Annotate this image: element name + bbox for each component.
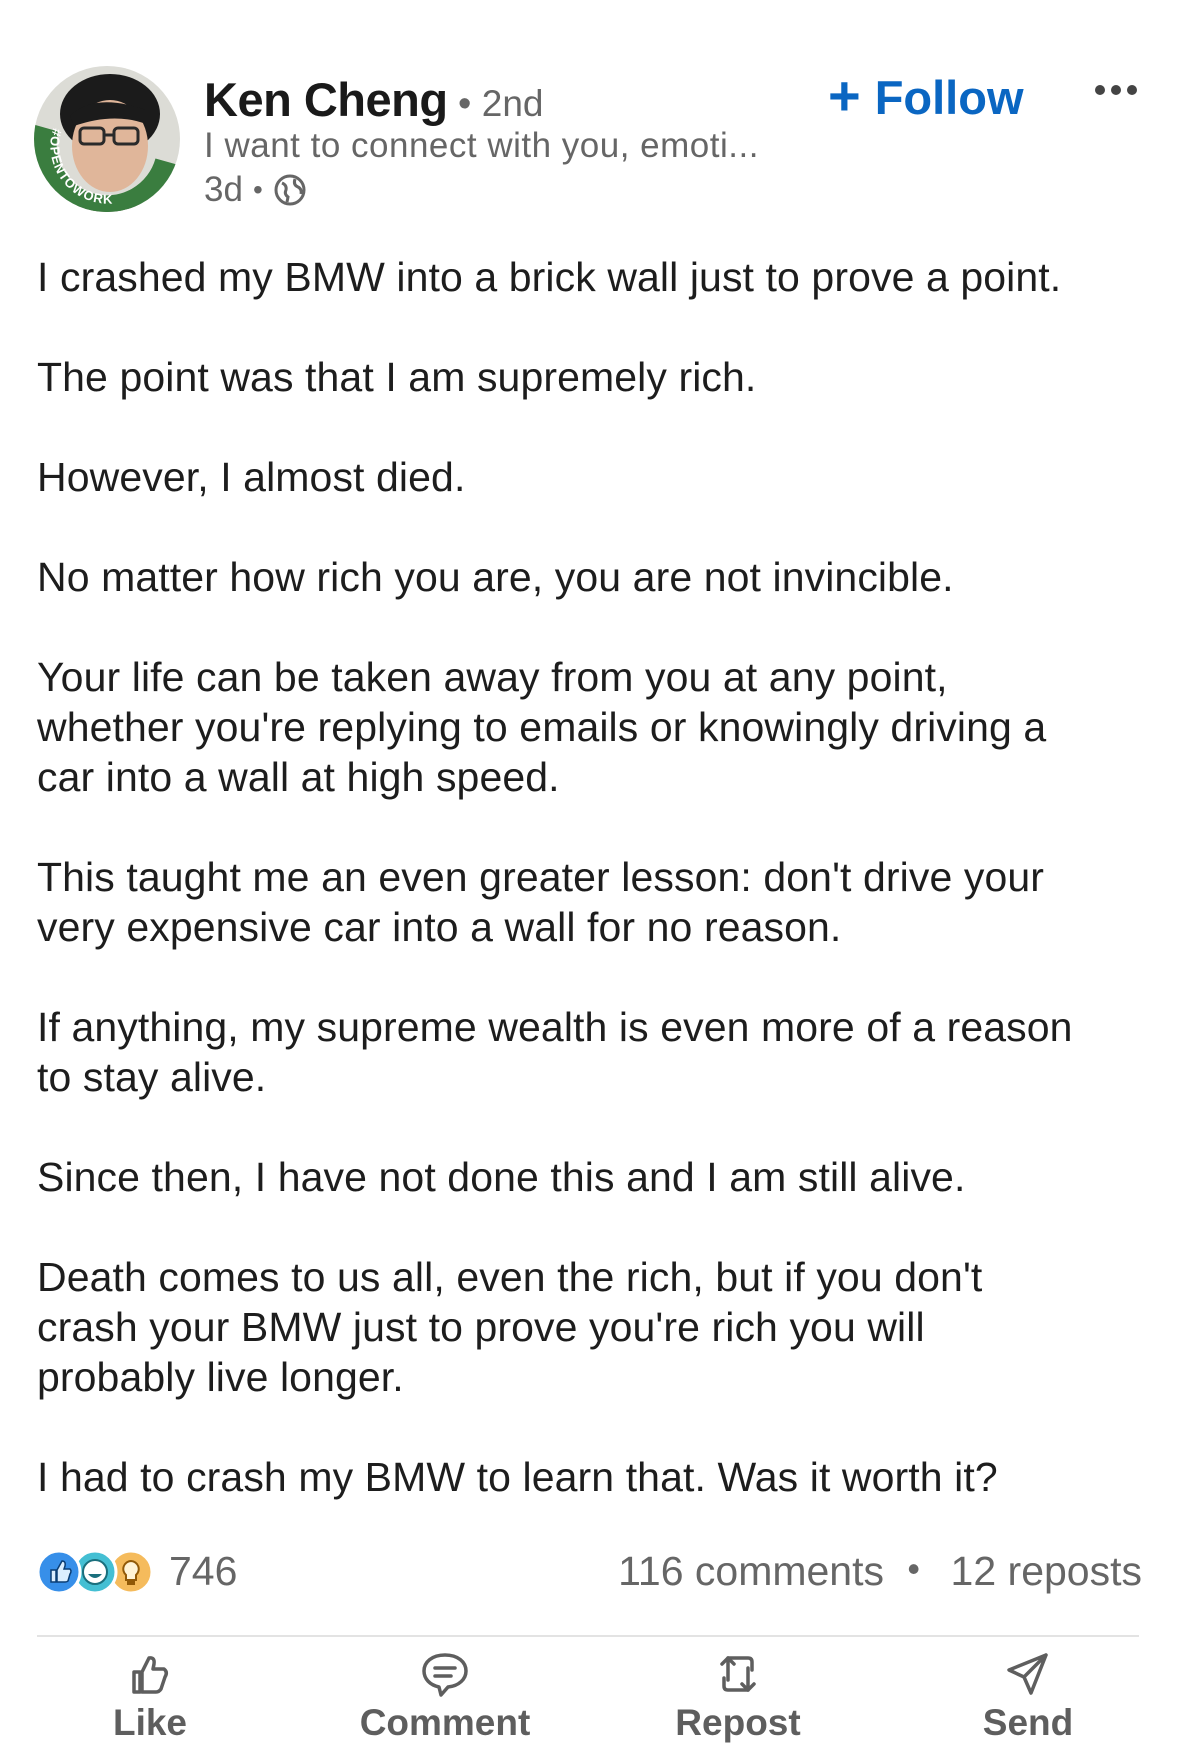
- post-line: Death comes to us all, even the rich, bu…: [37, 1254, 983, 1300]
- social-counts: 746 116 comments • 12 reposts: [36, 1540, 1142, 1600]
- reposts-count[interactable]: 12 reposts: [951, 1548, 1142, 1595]
- post-line: crash your BMW just to prove you're rich…: [37, 1304, 925, 1350]
- post-line: This taught me an even greater lesson: d…: [37, 854, 1044, 900]
- post-paragraph: I had to crash my BMW to learn that. Was…: [37, 1452, 1147, 1502]
- post-paragraph: Since then, I have not done this and I a…: [37, 1152, 1147, 1202]
- repost-button[interactable]: Repost: [638, 1650, 838, 1744]
- post-line: whether you're replying to emails or kno…: [37, 704, 1047, 750]
- like-label: Like: [112, 1702, 188, 1743]
- comment-label: Comment: [359, 1702, 531, 1743]
- repost-icon: [720, 1656, 756, 1692]
- post-line: very expensive car into a wall for no re…: [37, 904, 842, 950]
- post-paragraph: However, I almost died.: [37, 452, 1147, 502]
- author-row: Ken Cheng • 2nd: [204, 72, 544, 127]
- post-paragraph: This taught me an even greater lesson: d…: [37, 852, 1147, 952]
- post-header: #OPENTOWORK Ken Cheng • 2nd I want to co…: [0, 0, 1179, 230]
- author-headline: I want to connect with you, emoti...: [204, 126, 759, 165]
- like-button[interactable]: Like: [50, 1650, 250, 1744]
- post-paragraph: I crashed my BMW into a brick wall just …: [37, 252, 1147, 302]
- reaction-count[interactable]: 746: [169, 1548, 237, 1595]
- post-paragraph: The point was that I am supremely rich.: [37, 352, 1147, 402]
- post-line: Your life can be taken away from you at …: [37, 654, 948, 700]
- plus-icon: +: [828, 63, 861, 127]
- post-line: If anything, my supreme wealth is even m…: [37, 1004, 1073, 1050]
- post-line: car into a wall at high speed.: [37, 754, 560, 800]
- post-line: probably live longer.: [37, 1354, 404, 1400]
- post-line: No matter how rich you are, you are not …: [37, 554, 954, 600]
- avatar[interactable]: #OPENTOWORK: [34, 66, 180, 212]
- more-options-icon[interactable]: [1094, 78, 1138, 102]
- comments-count[interactable]: 116 comments: [618, 1548, 884, 1595]
- repost-label: Repost: [675, 1702, 801, 1743]
- globe-icon: [273, 173, 307, 207]
- connection-degree: 2nd: [481, 83, 544, 124]
- divider: [37, 1635, 1139, 1637]
- send-label: Send: [982, 1702, 1074, 1743]
- post-meta: 3d •: [204, 170, 307, 210]
- post-paragraph: Your life can be taken away from you at …: [37, 652, 1147, 802]
- send-button[interactable]: Send: [928, 1650, 1128, 1744]
- thumbs-up-icon: [132, 1656, 169, 1694]
- send-icon: [1007, 1653, 1048, 1695]
- comment-icon: [422, 1653, 468, 1697]
- separator-dot: •: [458, 83, 472, 125]
- post-line: The point was that I am supremely rich.: [37, 354, 757, 400]
- post-line: Since then, I have not done this and I a…: [37, 1154, 966, 1200]
- follow-label: Follow: [874, 71, 1024, 124]
- post-time: 3d: [204, 170, 243, 209]
- separator-dot: •: [252, 174, 263, 205]
- post-body: I crashed my BMW into a brick wall just …: [37, 252, 1147, 1552]
- author-name[interactable]: Ken Cheng: [204, 73, 448, 126]
- post-line: I crashed my BMW into a brick wall just …: [37, 254, 1062, 300]
- separator-dot: •: [907, 1548, 920, 1589]
- post-paragraph: If anything, my supreme wealth is even m…: [37, 1002, 1147, 1102]
- post-paragraph: No matter how rich you are, you are not …: [37, 552, 1147, 602]
- post-line: to stay alive.: [37, 1054, 267, 1100]
- follow-button[interactable]: + Follow: [828, 63, 1024, 127]
- reaction-icons[interactable]: [36, 1548, 155, 1596]
- comment-button[interactable]: Comment: [345, 1650, 545, 1744]
- action-bar: Like Comment Repost Send: [0, 1650, 1179, 1755]
- post-line: I had to crash my BMW to learn that. Was…: [37, 1454, 998, 1500]
- post-paragraph: Death comes to us all, even the rich, bu…: [37, 1252, 1147, 1402]
- post-line: However, I almost died.: [37, 454, 466, 500]
